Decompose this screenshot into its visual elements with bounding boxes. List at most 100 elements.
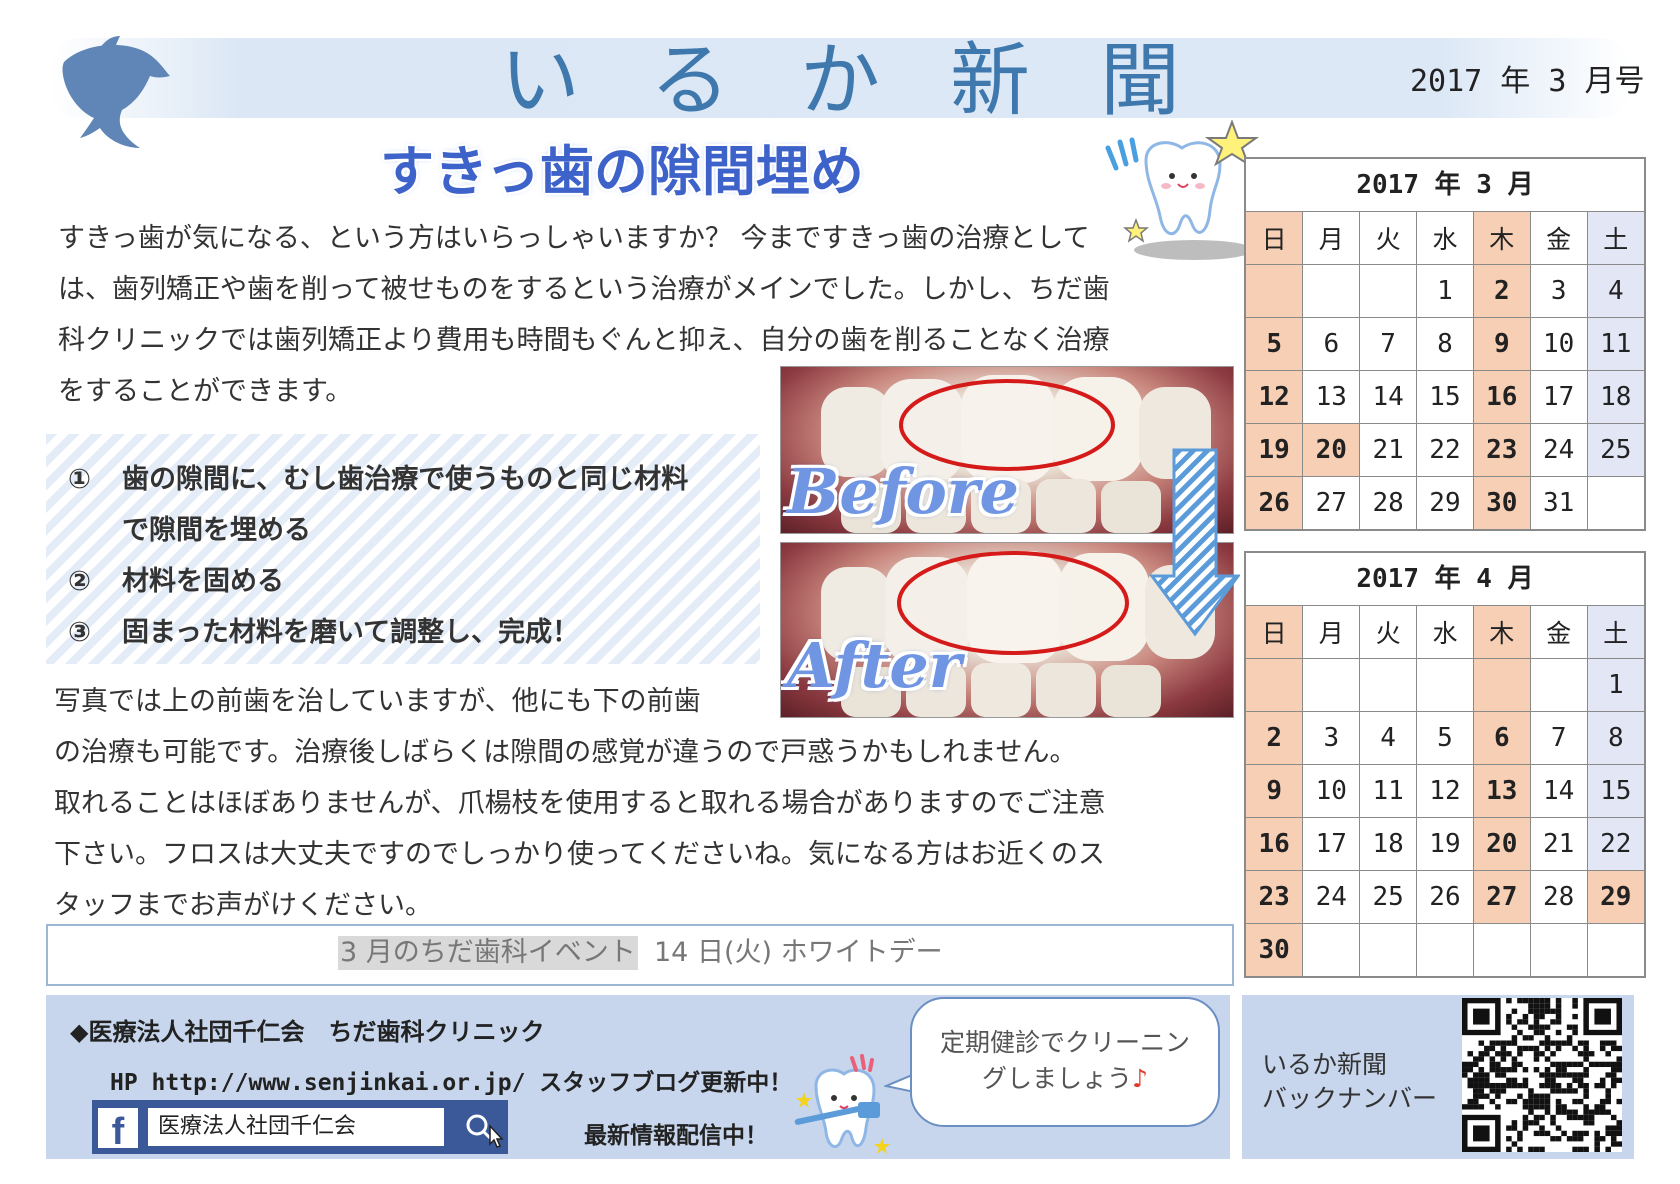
calendar-title: 2017 年 4 月 [1246,553,1644,606]
weekday-header: 水 [1416,606,1474,659]
after-line: 下さい。フロスは大丈夫ですのでしっかり使ってくださいね。気になる方はお近くのス [54,839,1105,870]
backnumber-line: いるか新聞 [1262,1050,1388,1079]
calendar-day: 20 [1472,817,1531,871]
calendar-day [1359,923,1418,976]
calendar-day: 2 [1472,264,1531,318]
homepage-line: HP http://www.senjinkai.or.jp/ スタッフブログ更新… [110,1063,792,1097]
calendar-day: 24 [1302,870,1361,924]
step-number: ① [68,464,91,495]
step-number: ② [68,566,91,597]
down-arrow-icon [1150,448,1240,637]
calendar-day: 4 [1586,264,1644,318]
calendar-day: 7 [1529,711,1588,765]
calendar-day: 26 [1246,476,1304,529]
calendar-day: 22 [1416,423,1474,477]
blog-note: スタッフブログ更新中！ [539,1070,793,1096]
calendar-title: 2017 年 3 月 [1246,159,1644,212]
clinic-name: ◆医療法人社団千仁会 ちだ歯科クリニック [70,1018,545,1046]
calendar-day: 24 [1529,423,1588,477]
calendar-day [1586,476,1644,529]
calendar-day: 29 [1586,870,1644,924]
weekday-header: 月 [1302,212,1361,265]
homepage-link[interactable]: HP http://www.senjinkai.or.jp/ [110,1070,525,1096]
calendar-day: 19 [1246,423,1304,477]
facebook-search-input[interactable]: 医療法人社団千仁会 [148,1108,444,1146]
backnumber-line: バックナンバー [1262,1084,1438,1113]
weekday-header: 火 [1359,606,1418,659]
calendar-day: 9 [1246,764,1304,818]
weekday-header: 水 [1416,212,1474,265]
calendar-day: 28 [1529,870,1588,924]
calendar-day: 30 [1472,476,1531,529]
weekday-row: 日月火水木金土 [1246,212,1644,265]
calendar-day [1416,923,1474,976]
calendar-day: 2 [1246,711,1304,765]
facebook-search-box[interactable]: f 医療法人社団千仁会 [92,1100,508,1154]
calendar-day: 7 [1359,317,1418,371]
calendar-day: 27 [1472,870,1531,924]
calendar-day: 23 [1472,423,1531,477]
calendar-day: 17 [1529,370,1588,424]
calendar-day: 6 [1472,711,1531,765]
calendar-day: 14 [1359,370,1418,424]
calendar-day: 13 [1302,370,1361,424]
intro-line: すきっ歯が気になる、という方はいらっしゃいますか？ 今まですきっ歯の治療として [58,223,1090,254]
weekday-header: 土 [1586,212,1644,265]
weekday-header: 金 [1529,212,1588,265]
calendar-day: 25 [1586,423,1644,477]
step-1: ① 歯の隙間に、むし歯治療で使うものと同じ材料 [68,454,688,505]
calendar-day: 16 [1246,817,1304,871]
calendar-week: 1234 [1246,264,1644,318]
event-detail: 14 日(火) ホワイトデー [654,937,943,968]
calendar-day: 21 [1529,817,1588,871]
calendar-day [1359,264,1418,318]
calendar-march: 2017 年 3 月 日月火水木金土 1 2 3 4 5 6 7 8 9 10 11 12 13 14 15 1… [1244,157,1646,531]
steps-box: ① 歯の隙間に、むし歯治療で使うものと同じ材料 で隙間を埋める ② 材料を固める ③… [46,434,760,664]
after-line: 写真では上の前歯を治していますが、他にも下の前歯 [54,686,701,717]
calendar-day: 3 [1529,264,1588,318]
event-label: 3 月のちだ歯科イベント [338,936,638,970]
calendar-week: 12 13 14 15 16 17 18 [1246,370,1644,424]
calendar-day: 10 [1529,317,1588,371]
qr-code-icon[interactable] [1462,998,1622,1152]
calendar-day: 14 [1529,764,1588,818]
calendar-day: 30 [1246,923,1304,976]
calendar-day: 15 [1416,370,1474,424]
calendar-day: 11 [1359,764,1418,818]
speech-bubble: 定期健診でクリーニン グしましょう♪ [910,997,1220,1127]
event-bar: 3 月のちだ歯科イベント 14 日(火) ホワイトデー [46,924,1234,986]
speech-bubble-text: 定期健診でクリーニン グしましょう♪ [912,1025,1218,1097]
calendar-week: 1 [1246,658,1644,712]
step-text: で隙間を埋める [122,515,311,546]
intro-line: は、歯列矯正や歯を削って被せものをするという治療がメインでした。しかし、ちだ歯 [58,274,1110,305]
calendar-week: 30 [1246,923,1644,976]
weekday-header: 日 [1246,606,1304,659]
backnumber-label: いるか新聞 バックナンバー [1262,1048,1437,1116]
calendar-day: 5 [1416,711,1474,765]
calendar-day: 1 [1586,658,1644,712]
weekday-header: 火 [1359,212,1418,265]
weekday-header: 日 [1246,212,1304,265]
music-note-icon: ♪ [1132,1064,1148,1093]
calendar-day: 31 [1529,476,1588,529]
calendar-week: 19 20 21 22 23 24 25 [1246,423,1644,477]
step-text: 歯の隙間に、むし歯治療で使うものと同じ材料 [122,464,689,495]
calendar-day: 12 [1416,764,1474,818]
calendar-day: 18 [1359,817,1418,871]
calendar-day: 23 [1246,870,1304,924]
tooth-brush-icon [794,1054,890,1154]
calendar-day: 28 [1359,476,1418,529]
calendar-day [1472,658,1531,712]
weekday-header: 土 [1586,606,1644,659]
calendar-day [1246,658,1304,712]
calendar-day: 10 [1302,764,1361,818]
calendar-week: 26 27 28 29 30 31 [1246,476,1644,529]
step-text: 固まった材料を磨いて調整し、完成！ [122,617,580,648]
calendar-april: 2017 年 4 月 日月火水木金土 1 2 3 4 5 6 7 8 9 10 11 12 13 14 15 1… [1244,551,1646,978]
search-icon[interactable] [464,1112,504,1148]
calendar-day: 13 [1472,764,1531,818]
after-paragraph: 写真では上の前歯を治していますが、他にも下の前歯 の治療も可能です。治療後しばら… [54,676,1224,931]
calendar-day: 12 [1246,370,1304,424]
facebook-icon: f [98,1108,138,1153]
weekday-header: 金 [1529,606,1588,659]
